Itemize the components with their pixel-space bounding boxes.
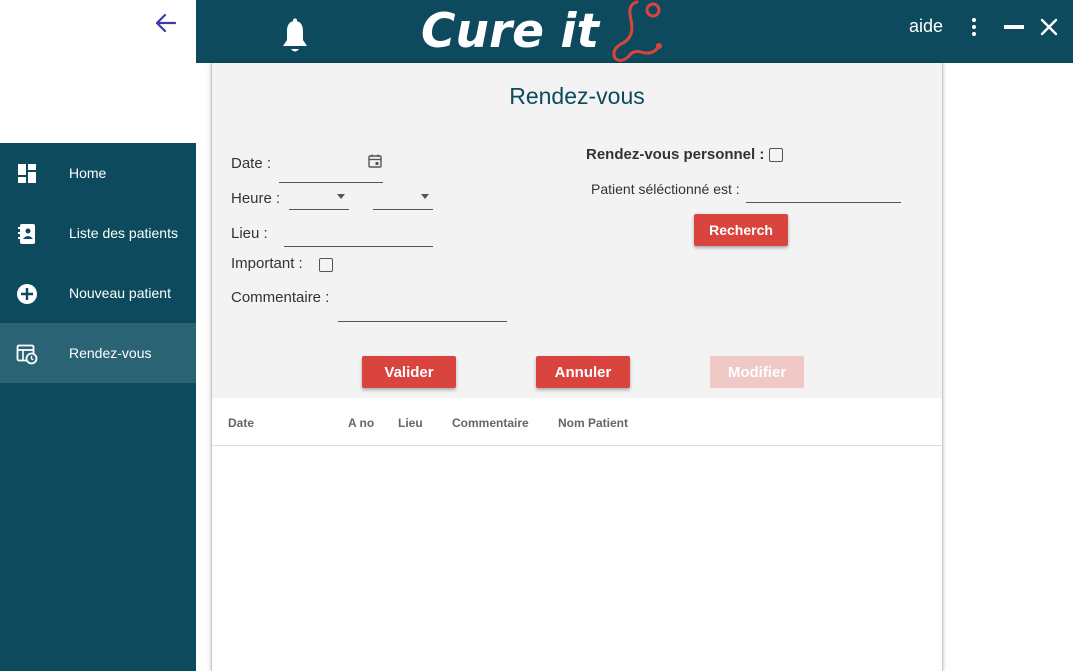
validate-button[interactable]: Valider (362, 356, 456, 388)
chevron-down-icon (421, 194, 429, 199)
stethoscope-icon (607, 0, 667, 63)
sidebar-item-label: Rendez-vous (69, 345, 152, 361)
sidebar-item-home[interactable]: Home (0, 143, 196, 203)
page-title: Rendez-vous (509, 83, 645, 109)
back-arrow-icon[interactable] (150, 8, 182, 38)
appointments-table-header: Date A no Lieu Commentaire Nom Patient (212, 398, 942, 446)
important-checkbox[interactable] (319, 258, 333, 272)
rendez-vous-panel: Rendez-vous Date : Heure : Lieu: Import… (211, 63, 943, 671)
patient-selected-label: Patient séléctionné est : (591, 181, 740, 197)
add-circle-icon (16, 283, 38, 305)
search-button[interactable]: Recherch (694, 214, 788, 246)
top-bar: Cure it aide (196, 0, 1073, 63)
sidebar-item-rendez-vous[interactable]: Rendez-vous (0, 323, 196, 383)
minimize-icon[interactable] (1004, 25, 1024, 29)
patient-selected-input[interactable] (746, 179, 901, 203)
personnel-checkbox[interactable] (769, 148, 783, 162)
heure-label: Heure : (231, 190, 281, 207)
patients-list-icon (16, 223, 38, 245)
sidebar-item-patients-list[interactable]: Liste des patients (0, 203, 196, 263)
personnel-label: Rendez-vous personnel : (586, 146, 765, 163)
column-header-date[interactable]: Date (228, 416, 254, 430)
logo-text: Cure it (421, 4, 599, 59)
commentaire-input[interactable] (338, 298, 507, 322)
commentaire-label: Commentaire : (231, 289, 330, 306)
lieu-label: Lieu : (231, 225, 268, 242)
hour-select[interactable] (289, 188, 349, 210)
appointments-table-body (212, 447, 942, 671)
sidebar-item-new-patient[interactable]: Nouveau patient (0, 263, 196, 323)
sidebar-item-label: Liste des patients (69, 225, 178, 241)
minute-select[interactable] (373, 188, 433, 210)
column-header-a-no[interactable]: A no (348, 416, 374, 430)
column-header-lieu[interactable]: Lieu (398, 416, 423, 430)
notification-bell-icon[interactable] (280, 18, 310, 56)
app-window: Cure it aide Home Liste des patients Nou… (0, 0, 1073, 671)
app-logo: Cure it (421, 0, 599, 63)
sidebar-item-label: Nouveau patient (69, 285, 171, 301)
calendar-clock-icon (16, 343, 38, 365)
sidebar: Home Liste des patients Nouveau patient … (0, 143, 196, 671)
important-label: Important : (231, 255, 303, 272)
chevron-down-icon (337, 194, 345, 199)
calendar-icon[interactable] (367, 153, 383, 169)
appointment-form: Rendez-vous Date : Heure : Lieu: Import… (212, 63, 942, 398)
column-header-commentaire[interactable]: Commentaire (452, 416, 529, 430)
date-label: Date : (231, 155, 272, 172)
more-options-icon[interactable] (966, 15, 982, 39)
dashboard-icon (16, 163, 38, 185)
cancel-button[interactable]: Annuler (536, 356, 630, 388)
modify-button: Modifier (710, 356, 804, 388)
lieu-input[interactable] (284, 223, 433, 247)
help-link[interactable]: aide (909, 16, 943, 37)
close-icon[interactable] (1038, 16, 1060, 38)
column-header-nom-patient[interactable]: Nom Patient (558, 416, 628, 430)
sidebar-item-label: Home (69, 165, 107, 181)
